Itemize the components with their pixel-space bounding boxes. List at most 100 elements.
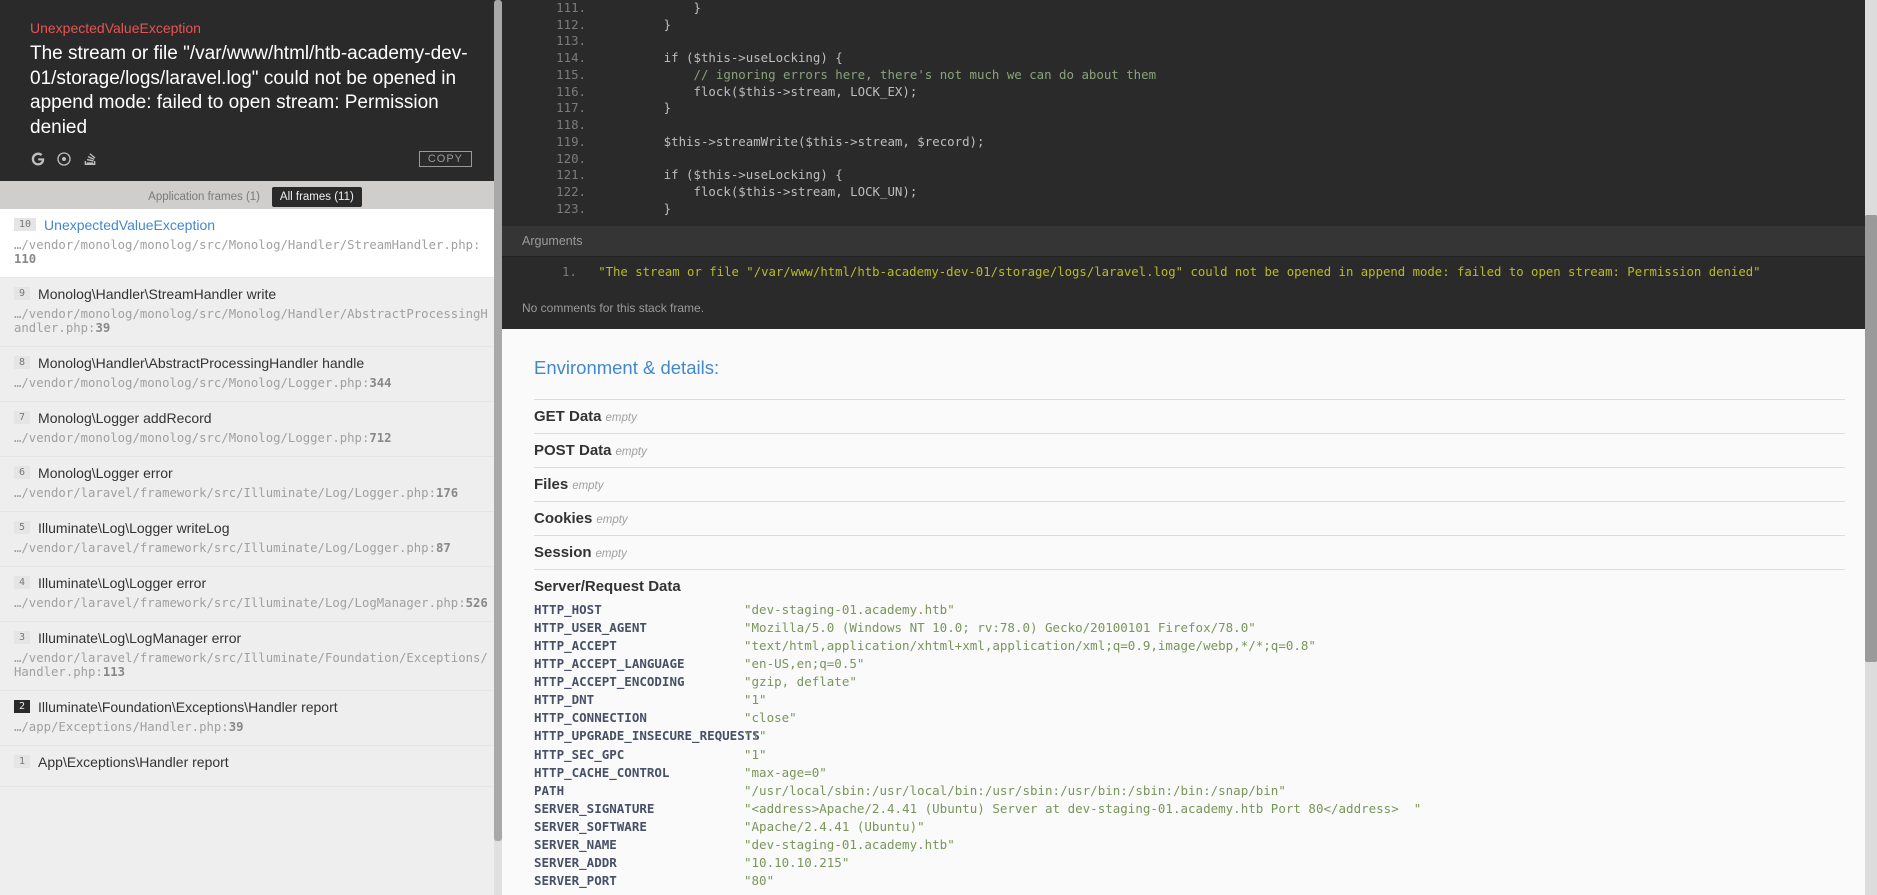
frame-filter-bar: Application frames (1) All frames (11) xyxy=(0,181,502,209)
server-value: "max-age=0" xyxy=(744,764,827,782)
server-value: "Mozilla/5.0 (Windows NT 10.0; rv:78.0) … xyxy=(744,619,1256,637)
argument-value: "The stream or file "/var/www/html/htb-a… xyxy=(598,265,1760,279)
arguments-header: Arguments xyxy=(502,226,1877,257)
frame-title: Monolog\Logger error xyxy=(38,465,173,481)
server-row: HTTP_CONNECTION"close" xyxy=(534,709,1845,727)
server-value: "dev-staging-01.academy.htb" xyxy=(744,836,955,854)
server-value: "1" xyxy=(744,746,767,764)
detail-label: POST Data xyxy=(534,442,612,459)
frame-title: Illuminate\Log\Logger writeLog xyxy=(38,520,229,536)
server-row: SERVER_ADDR"10.10.10.215" xyxy=(534,854,1845,872)
detail-empty: empty xyxy=(606,412,637,424)
server-key: HTTP_CONNECTION xyxy=(534,709,744,727)
frame-number: 1 xyxy=(14,755,30,768)
frame-number: 3 xyxy=(14,631,30,644)
code-line: 122. flock($this->stream, LOCK_UN); xyxy=(502,184,1877,201)
stack-frame[interactable]: 9 Monolog\Handler\StreamHandler write …/… xyxy=(0,278,502,347)
code-line: 116. flock($this->stream, LOCK_EX); xyxy=(502,84,1877,101)
stack-frame[interactable]: 7 Monolog\Logger addRecord …/vendor/mono… xyxy=(0,402,502,457)
left-scrollbar[interactable] xyxy=(494,0,502,895)
server-row: SERVER_SOFTWARE"Apache/2.4.41 (Ubuntu)" xyxy=(534,818,1845,836)
code-line: 120. xyxy=(502,151,1877,168)
stack-frame[interactable]: 10 UnexpectedValueException …/vendor/mon… xyxy=(0,209,502,278)
code-line: 119. $this->streamWrite($this->stream, $… xyxy=(502,134,1877,151)
server-row: HTTP_HOST"dev-staging-01.academy.htb" xyxy=(534,601,1845,619)
frame-path: …/vendor/monolog/monolog/src/Monolog/Log… xyxy=(14,431,488,445)
server-row: HTTP_DNT"1" xyxy=(534,691,1845,709)
left-scrollbar-thumb[interactable] xyxy=(494,0,502,841)
code-snippet: 111. }112. }113.114. if ($this->useLocki… xyxy=(502,0,1877,226)
frame-title: Illuminate\Foundation\Exceptions\Handler… xyxy=(38,699,338,715)
server-row: HTTP_CACHE_CONTROL"max-age=0" xyxy=(534,764,1845,782)
server-key: HTTP_ACCEPT_ENCODING xyxy=(534,673,744,691)
frame-path: …/vendor/monolog/monolog/src/Monolog/Han… xyxy=(14,307,488,335)
frame-title: Illuminate\Log\Logger error xyxy=(38,575,206,591)
filter-app-frames[interactable]: Application frames (1) xyxy=(140,187,268,207)
environment-details: Environment & details: GET Data empty POST… xyxy=(502,329,1877,895)
frame-path: …/vendor/laravel/framework/src/Illuminat… xyxy=(14,486,488,500)
stack-frame[interactable]: 2 Illuminate\Foundation\Exceptions\Handl… xyxy=(0,691,502,746)
stackoverflow-search-icon[interactable] xyxy=(82,151,98,167)
detail-label: GET Data xyxy=(534,408,602,425)
server-value: "close" xyxy=(744,709,797,727)
detail-section: Files empty xyxy=(534,467,1845,493)
exception-header: UnexpectedValueException The stream or f… xyxy=(0,0,502,181)
code-line: 115. // ignoring errors here, there's no… xyxy=(502,67,1877,84)
code-line: 123. } xyxy=(502,201,1877,218)
stack-frame[interactable]: 4 Illuminate\Log\Logger error …/vendor/l… xyxy=(0,567,502,622)
server-value: "1" xyxy=(744,691,767,709)
copy-button[interactable]: COPY xyxy=(419,151,472,167)
server-row: HTTP_ACCEPT_LANGUAGE"en-US,en;q=0.5" xyxy=(534,655,1845,673)
detail-empty: empty xyxy=(572,480,603,492)
detail-label: Files xyxy=(534,476,568,493)
frame-number: 4 xyxy=(14,576,30,589)
server-row: HTTP_UPGRADE_INSECURE_REQUESTS"1" xyxy=(534,727,1845,745)
frame-title: Illuminate\Log\LogManager error xyxy=(38,630,241,646)
server-key: HTTP_USER_AGENT xyxy=(534,619,744,637)
server-row: HTTP_ACCEPT"text/html,application/xhtml+… xyxy=(534,637,1845,655)
stack-frame-list: 10 UnexpectedValueException …/vendor/mon… xyxy=(0,209,502,895)
right-panel: 111. }112. }113.114. if ($this->useLocki… xyxy=(502,0,1877,895)
server-request-label: Server/Request Data xyxy=(534,578,681,595)
stack-frame[interactable]: 1 App\Exceptions\Handler report xyxy=(0,746,502,787)
google-search-icon[interactable] xyxy=(30,151,46,167)
code-line: 117. } xyxy=(502,100,1877,117)
frame-path: …/vendor/laravel/framework/src/Illuminat… xyxy=(14,651,488,679)
frame-title: Monolog\Logger addRecord xyxy=(38,410,212,426)
no-comments-text: No comments for this stack frame. xyxy=(502,291,1877,329)
detail-section: GET Data empty xyxy=(534,399,1845,425)
frame-title: Monolog\Handler\StreamHandler write xyxy=(38,286,276,302)
main-scrollbar-thumb[interactable] xyxy=(1865,215,1877,663)
code-line: 114. if ($this->useLocking) { xyxy=(502,50,1877,67)
stack-frame[interactable]: 6 Monolog\Logger error …/vendor/laravel/… xyxy=(0,457,502,512)
code-line: 112. } xyxy=(502,17,1877,34)
frame-number: 2 xyxy=(14,700,30,713)
server-row: HTTP_ACCEPT_ENCODING"gzip, deflate" xyxy=(534,673,1845,691)
main-scrollbar[interactable] xyxy=(1865,0,1877,895)
stack-frame[interactable]: 8 Monolog\Handler\AbstractProcessingHand… xyxy=(0,347,502,402)
server-value: "80" xyxy=(744,872,774,890)
frame-path: …/vendor/laravel/framework/src/Illuminat… xyxy=(14,596,488,610)
details-heading: Environment & details: xyxy=(534,357,1845,379)
code-line: 118. xyxy=(502,117,1877,134)
server-row: HTTP_SEC_GPC"1" xyxy=(534,746,1845,764)
server-key: HTTP_UPGRADE_INSECURE_REQUESTS xyxy=(534,727,744,745)
left-panel: UnexpectedValueException The stream or f… xyxy=(0,0,502,895)
server-value: "1" xyxy=(744,727,767,745)
server-value: "Apache/2.4.41 (Ubuntu)" xyxy=(744,818,925,836)
code-line: 113. xyxy=(502,33,1877,50)
frame-path: …/app/Exceptions/Handler.php:39 xyxy=(14,720,488,734)
server-value: "<address>Apache/2.4.41 (Ubuntu) Server … xyxy=(744,800,1421,818)
stack-frame[interactable]: 3 Illuminate\Log\LogManager error …/vend… xyxy=(0,622,502,691)
stack-frame[interactable]: 5 Illuminate\Log\Logger writeLog …/vendo… xyxy=(0,512,502,567)
argument-index: 1. xyxy=(562,265,577,279)
filter-all-frames[interactable]: All frames (11) xyxy=(272,187,362,207)
frame-path: …/vendor/monolog/monolog/src/Monolog/Log… xyxy=(14,376,488,390)
frame-number: 6 xyxy=(14,466,30,479)
duckduckgo-search-icon[interactable] xyxy=(56,151,72,167)
server-value: "10.10.10.215" xyxy=(744,854,849,872)
detail-empty: empty xyxy=(596,514,627,526)
frame-title: App\Exceptions\Handler report xyxy=(38,754,229,770)
server-request-table: HTTP_HOST"dev-staging-01.academy.htb"HTT… xyxy=(534,601,1845,891)
server-key: HTTP_ACCEPT xyxy=(534,637,744,655)
